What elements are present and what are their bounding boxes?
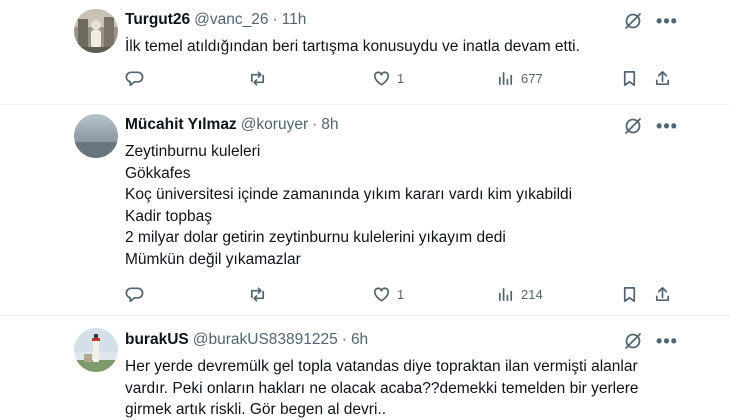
tweet-header: Turgut26 @vanc_26 · 11h bbox=[125, 10, 306, 30]
user-handle[interactable]: @koruyer bbox=[241, 116, 308, 133]
timestamp[interactable]: 6h bbox=[351, 331, 368, 348]
tweet-text-line: girmek artık riskli. Gör begen al devri.… bbox=[125, 401, 387, 418]
retweet-button[interactable] bbox=[248, 67, 267, 89]
like-icon bbox=[373, 286, 390, 302]
reply-icon bbox=[125, 286, 144, 302]
tweet-text-line: Zeytinburnu kuleleri bbox=[125, 143, 261, 160]
views-icon bbox=[498, 71, 513, 85]
separator-dot: · bbox=[272, 11, 278, 28]
tweet-text-line: İlk temel atıldığından beri tartışma kon… bbox=[125, 38, 580, 55]
avatar[interactable] bbox=[74, 9, 118, 53]
more-icon[interactable]: ••• bbox=[656, 115, 678, 137]
like-count: 1 bbox=[397, 70, 405, 86]
reply-button[interactable] bbox=[125, 283, 144, 305]
tweet[interactable]: Mücahit Yılmaz @koruyer · 8h ••• Zeytinburn… bbox=[0, 105, 730, 315]
bookmark-button[interactable] bbox=[620, 67, 639, 89]
tweet-text: Zeytinburnu kuleleri Gökkafes Koç üniver… bbox=[125, 141, 685, 270]
tweet-header: burakUS @burakUS83891225 · 6h bbox=[125, 330, 368, 350]
tweet-text-line: vardır. Peki onların hakları ne olacak a… bbox=[125, 379, 639, 397]
tweet-text-line: 2 milyar dolar getirin zeytinburnu kulel… bbox=[125, 229, 506, 246]
header-actions: ••• bbox=[622, 10, 678, 32]
reply-button[interactable] bbox=[125, 67, 144, 89]
like-count: 1 bbox=[397, 286, 405, 302]
user-handle[interactable]: @burakUS83891225 bbox=[193, 331, 338, 348]
grok-icon[interactable] bbox=[622, 115, 644, 137]
separator-dot: · bbox=[312, 116, 318, 133]
timestamp[interactable]: 11h bbox=[282, 11, 307, 28]
retweet-icon bbox=[250, 70, 265, 86]
share-icon bbox=[655, 286, 670, 301]
separator-dot: · bbox=[341, 331, 347, 348]
display-name[interactable]: Mücahit Yılmaz bbox=[125, 116, 237, 133]
tweet-text-line: Kadir topbaş bbox=[125, 207, 213, 225]
bookmark-icon bbox=[623, 286, 636, 302]
bookmark-button[interactable] bbox=[620, 283, 639, 305]
tweet[interactable]: Turgut26 @vanc_26 · 11h ••• İlk temel atıld… bbox=[0, 0, 730, 104]
view-count: 677 bbox=[521, 70, 543, 86]
reply-icon bbox=[125, 70, 144, 86]
tweet-text-line: Koç üniversitesi içinde zamanında yıkım … bbox=[125, 186, 573, 203]
share-button[interactable] bbox=[653, 67, 672, 89]
retweet-button[interactable] bbox=[248, 283, 267, 305]
tweet-text-line: Mümkün değil yıkamazlar bbox=[125, 250, 301, 268]
share-icon bbox=[655, 70, 670, 85]
header-actions: ••• bbox=[622, 330, 678, 352]
like-button[interactable]: 1 bbox=[372, 67, 404, 89]
timestamp[interactable]: 8h bbox=[321, 116, 338, 133]
tweet-header: Mücahit Yılmaz @koruyer · 8h bbox=[125, 115, 339, 135]
avatar[interactable] bbox=[74, 328, 118, 372]
display-name[interactable]: Turgut26 bbox=[125, 11, 190, 28]
avatar[interactable] bbox=[74, 114, 118, 158]
tweet[interactable]: burakUS @burakUS83891225 · 6h ••• Her yerde… bbox=[0, 316, 730, 420]
tweet-text: İlk temel atıldığından beri tartışma kon… bbox=[125, 36, 685, 58]
action-bar: 1 214 bbox=[0, 283, 730, 305]
tweet-text-line: Her yerde devremülk gel topla vatandas d… bbox=[125, 358, 638, 375]
grok-icon[interactable] bbox=[622, 330, 644, 352]
share-button[interactable] bbox=[653, 283, 672, 305]
views-button[interactable]: 214 bbox=[496, 283, 543, 305]
header-actions: ••• bbox=[622, 115, 678, 137]
tweet-text-line: Gökkafes bbox=[125, 164, 191, 182]
user-handle[interactable]: @vanc_26 bbox=[194, 11, 268, 28]
bookmark-icon bbox=[623, 70, 636, 86]
views-icon bbox=[498, 287, 513, 301]
views-button[interactable]: 677 bbox=[496, 67, 543, 89]
tweet-text: Her yerde devremülk gel topla vatandas d… bbox=[125, 356, 685, 420]
more-icon[interactable]: ••• bbox=[656, 330, 678, 352]
action-bar: 1 677 bbox=[0, 67, 730, 89]
like-icon bbox=[373, 70, 390, 86]
like-button[interactable]: 1 bbox=[372, 283, 404, 305]
display-name[interactable]: burakUS bbox=[125, 331, 189, 348]
retweet-icon bbox=[250, 286, 265, 302]
more-icon[interactable]: ••• bbox=[656, 10, 678, 32]
grok-icon[interactable] bbox=[622, 10, 644, 32]
view-count: 214 bbox=[521, 286, 543, 302]
